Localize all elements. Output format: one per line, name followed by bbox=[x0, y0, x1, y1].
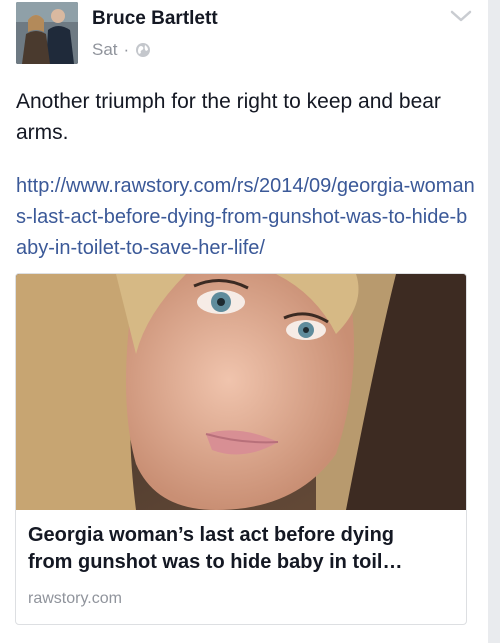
avatar-photo bbox=[16, 2, 78, 64]
post-link[interactable]: http://www.rawstory.com/rs/2014/09/georg… bbox=[16, 171, 476, 264]
meta-separator: · bbox=[123, 40, 130, 59]
chevron-down-icon[interactable] bbox=[450, 8, 472, 24]
avatar[interactable] bbox=[16, 2, 78, 64]
page-edge bbox=[488, 0, 500, 643]
post-text: Another triumph for the right to keep an… bbox=[16, 90, 441, 144]
feed-post: Bruce Bartlett Sat · Another triumph for… bbox=[0, 0, 488, 643]
link-preview-card[interactable]: Georgia woman’s last act before dying fr… bbox=[15, 273, 467, 625]
link-preview-image[interactable] bbox=[16, 274, 467, 510]
globe-icon bbox=[136, 43, 151, 57]
post-time[interactable]: Sat bbox=[92, 40, 118, 60]
link-preview-domain: rawstory.com bbox=[28, 590, 122, 607]
author-name[interactable]: Bruce Bartlett bbox=[92, 8, 218, 30]
post-meta: Sat · bbox=[92, 40, 151, 60]
post-header: Bruce Bartlett Sat · bbox=[16, 2, 476, 68]
link-preview-title[interactable]: Georgia woman’s last act before dying fr… bbox=[28, 522, 456, 576]
